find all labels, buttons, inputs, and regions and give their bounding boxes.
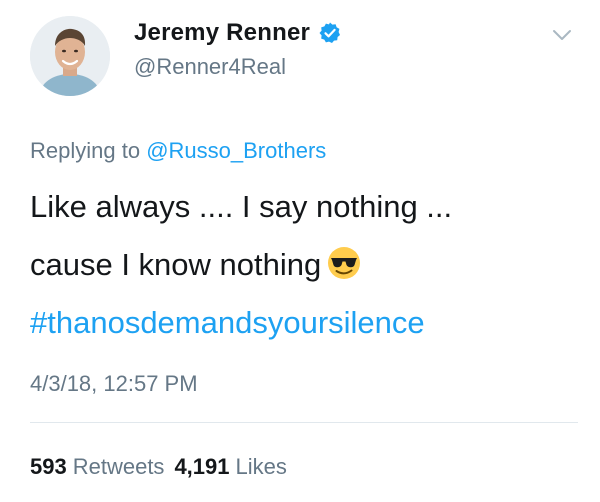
divider — [30, 422, 578, 423]
author-name-row: Jeremy Renner — [134, 19, 342, 47]
tweet-text: Like always .... I say nothing ... cause… — [30, 178, 570, 352]
replying-to: Replying to @Russo_Brothers — [30, 138, 326, 164]
avatar[interactable] — [30, 16, 110, 96]
author-handle[interactable]: @Renner4Real — [134, 54, 286, 80]
sunglasses-emoji-icon — [327, 241, 361, 279]
retweets-stat[interactable]: 593 Retweets — [30, 454, 164, 480]
retweets-count: 593 — [30, 454, 67, 479]
reply-mention-link[interactable]: @Russo_Brothers — [146, 138, 326, 163]
verified-badge-icon — [318, 21, 342, 45]
display-name[interactable]: Jeremy Renner — [134, 19, 310, 47]
likes-count: 4,191 — [174, 454, 230, 479]
tweet-card: Jeremy Renner @Renner4Real Replying to @… — [0, 0, 600, 502]
tweet-line-1: Like always .... I say nothing ... — [30, 189, 453, 224]
tweet-line-2: cause I know nothing — [30, 247, 322, 282]
retweets-label: Retweets — [72, 454, 165, 479]
timestamp[interactable]: 4/3/18, 12:57 PM — [30, 371, 198, 397]
likes-stat[interactable]: 4,191 Likes — [174, 454, 286, 480]
chevron-down-icon[interactable] — [552, 28, 572, 42]
hashtag-link[interactable]: #thanosdemandsyoursilence — [30, 294, 570, 352]
replying-to-prefix: Replying to — [30, 138, 141, 163]
engagement-stats: 593 Retweets 4,191 Likes — [30, 454, 287, 480]
tweet-line-2-row: cause I know nothing — [30, 236, 570, 294]
likes-label: Likes — [235, 454, 287, 479]
